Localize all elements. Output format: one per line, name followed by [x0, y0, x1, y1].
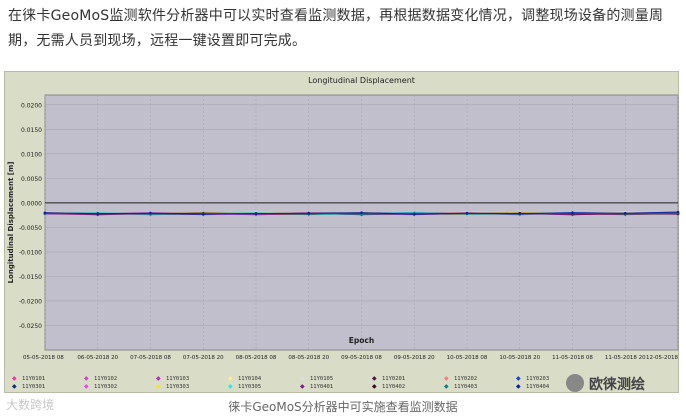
- x-tick-label: 11-05-2018 08: [552, 355, 593, 361]
- data-point-11Y0404: [201, 212, 205, 216]
- y-axis-label: Longitudinal Displacement [m]: [7, 162, 15, 284]
- legend-label: 11Y0401: [310, 384, 333, 390]
- legend-marker-icon: ◆: [516, 383, 521, 390]
- legend-marker-icon: ◆: [300, 375, 305, 382]
- data-point-11Y0404: [676, 210, 680, 214]
- data-point-11Y0404: [623, 211, 627, 215]
- x-tick-label: 09-05-2018 20: [394, 355, 435, 361]
- y-tick-label: 0.0200: [21, 102, 42, 109]
- chart-title: Longitudinal Displacement: [308, 76, 415, 85]
- legend-marker-icon: ◆: [84, 375, 89, 382]
- legend-marker-icon: ◆: [372, 383, 377, 390]
- legend-marker-icon: ◆: [372, 375, 377, 382]
- legend-label: 11Y0203: [526, 376, 549, 382]
- x-tick-label: 11-05-2018 20: [605, 355, 646, 361]
- x-tick-label: 05-05-2018 08: [23, 355, 64, 361]
- x-tick-label: 06-05-2018 20: [77, 355, 118, 361]
- watermark-brand: 欧徕测绘: [566, 374, 645, 394]
- legend-label: 11Y0103: [166, 376, 189, 382]
- x-tick-label: 08-05-2018 20: [288, 355, 329, 361]
- legend-marker-icon: ◆: [12, 383, 17, 390]
- displacement-chart: Longitudinal Displacement 0.0200 0.0150 0.0…: [7, 76, 680, 390]
- data-point-11Y0404: [307, 211, 311, 215]
- data-point-11Y0404: [43, 211, 47, 214]
- data-point-11Y0404: [465, 211, 469, 215]
- legend-label: 11Y0202: [454, 376, 477, 382]
- x-tick-label: 10-05-2018 20: [499, 355, 540, 361]
- x-tick-label: 12-05-2018: [646, 355, 678, 361]
- y-tick-label: -0.0100: [19, 249, 42, 256]
- legend-marker-icon: ◆: [300, 383, 305, 390]
- y-tick-label: 0.0050: [21, 176, 42, 183]
- legend-marker-icon: ◆: [156, 375, 161, 382]
- x-tick-label: 10-05-2018 08: [447, 355, 488, 361]
- x-tick-label: 08-05-2018 08: [236, 355, 277, 361]
- legend-label: 11Y0104: [238, 376, 262, 382]
- data-point-11Y0404: [254, 212, 258, 215]
- data-point-11Y0404: [571, 211, 574, 214]
- legend-label: 11Y0301: [22, 384, 45, 390]
- data-point-11Y0404: [412, 212, 416, 216]
- legend-marker-icon: ◆: [228, 375, 233, 382]
- legend-label: 11Y0201: [382, 376, 405, 382]
- legend-label: 11Y0402: [382, 384, 405, 390]
- data-point-11Y0404: [518, 212, 522, 215]
- y-tick-label: 0.0150: [21, 127, 42, 134]
- legend-label: 11Y0404: [526, 384, 550, 390]
- x-tick-label: 07-05-2018 08: [130, 355, 171, 361]
- y-tick-label: -0.0150: [19, 274, 42, 281]
- legend-label: 11Y0102: [94, 376, 117, 382]
- legend-label: 11Y0302: [94, 384, 117, 390]
- legend-label: 11Y0105: [310, 376, 333, 382]
- data-point-11Y0404: [360, 211, 363, 214]
- image-caption: 徕卡GeoMoS分析器中可实施查看监测数据: [228, 400, 458, 414]
- x-tick-label: 09-05-2018 08: [341, 355, 382, 361]
- legend-label: 11Y0305: [238, 384, 261, 390]
- legend-label: 11Y0303: [166, 384, 189, 390]
- x-axis-label: Epoch: [349, 336, 374, 345]
- y-tick-label: 0.0100: [21, 151, 42, 158]
- data-point-11Y0404: [149, 211, 152, 215]
- y-tick-label: 0.0000: [21, 200, 42, 207]
- wechat-logo-icon: [566, 374, 584, 392]
- legend-label: 11Y0403: [454, 384, 477, 390]
- legend-marker-icon: ◆: [444, 383, 449, 390]
- y-tick-label: -0.0250: [19, 323, 42, 330]
- data-point-11Y0404: [96, 212, 100, 215]
- legend-marker-icon: ◆: [516, 375, 521, 382]
- legend-label: 11Y0101: [22, 376, 45, 382]
- legend-marker-icon: ◆: [156, 383, 161, 390]
- legend-marker-icon: ◆: [12, 375, 17, 382]
- y-tick-label: -0.0050: [19, 225, 42, 232]
- legend-marker-icon: ◆: [84, 383, 89, 390]
- x-tick-label: 07-05-2018 20: [183, 355, 224, 361]
- y-tick-label: -0.0200: [19, 298, 42, 305]
- legend-marker-icon: ◆: [228, 383, 233, 390]
- watermark-brand-text: 欧徕测绘: [589, 377, 645, 393]
- legend-marker-icon: ◆: [444, 375, 449, 382]
